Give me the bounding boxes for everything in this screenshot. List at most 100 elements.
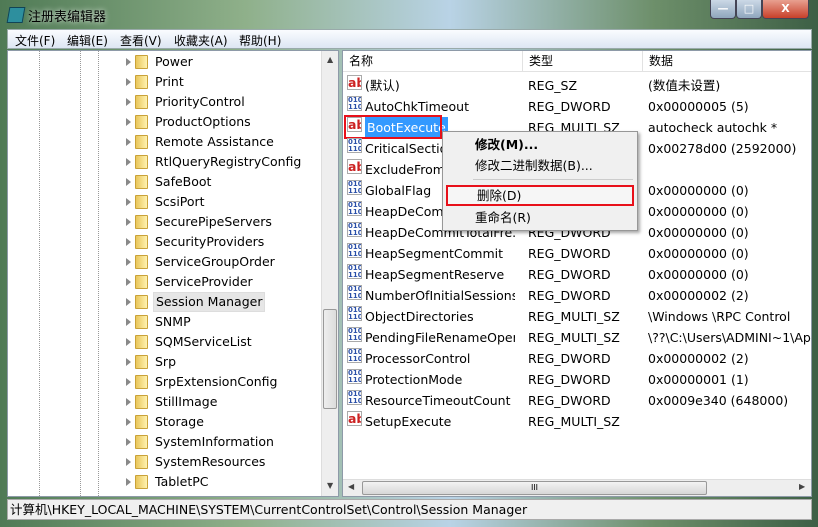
expand-arrow-icon[interactable] [126, 278, 131, 286]
expand-arrow-icon[interactable] [126, 118, 131, 126]
scroll-thumb[interactable]: III [362, 481, 707, 495]
value-row[interactable]: 010 110 NumberOfInitialSessions REG_DWORD 0x… [343, 285, 811, 306]
tree-item[interactable]: SNMP [126, 312, 326, 332]
tree-item[interactable]: SafeBoot [126, 172, 326, 192]
value-type: REG_MULTI_SZ [528, 330, 620, 345]
expand-arrow-icon[interactable] [126, 198, 131, 206]
menu-view[interactable]: 查看(V) [120, 32, 162, 49]
tree-item[interactable]: StillImage [126, 392, 326, 412]
expand-arrow-icon[interactable] [126, 258, 131, 266]
tree-item[interactable]: ServiceGroupOrder [126, 252, 326, 272]
binary-value-icon: 010 110 [347, 222, 362, 237]
column-data[interactable]: 数据 [643, 51, 811, 72]
expand-arrow-icon[interactable] [126, 138, 131, 146]
tree-pane: Power Print PriorityControl ProductOptions R… [7, 50, 339, 497]
expand-arrow-icon[interactable] [126, 418, 131, 426]
value-row[interactable]: 010 110 HeapSegmentReserve REG_DWORD 0x00000… [343, 264, 811, 285]
value-type: REG_DWORD [528, 246, 611, 261]
expand-arrow-icon[interactable] [126, 398, 131, 406]
tree-item[interactable]: ServiceProvider [126, 272, 326, 292]
menu-item-rename[interactable]: 重命名(R) [446, 207, 634, 228]
folder-icon [135, 355, 148, 369]
expand-arrow-icon[interactable] [126, 338, 131, 346]
tree-scrollbar[interactable]: ▲ ▼ [321, 51, 338, 496]
expand-arrow-icon[interactable] [126, 238, 131, 246]
scroll-up-icon[interactable]: ▲ [327, 55, 333, 64]
value-row[interactable]: abSetupExecute REG_MULTI_SZ [343, 411, 811, 432]
tree-guide [80, 51, 81, 496]
tree-item[interactable]: Print [126, 72, 326, 92]
value-row[interactable]: 010 110 AutoChkTimeout REG_DWORD 0x00000005 … [343, 96, 811, 117]
tree-item[interactable]: Session Manager [126, 292, 326, 312]
menu-help[interactable]: 帮助(H) [239, 32, 281, 49]
tree-guide [98, 51, 99, 496]
value-data: 0x00000005 (5) [648, 99, 749, 114]
tree-item[interactable]: RtlQueryRegistryConfig [126, 152, 326, 172]
value-row[interactable]: 010 110 ProcessorControl REG_DWORD 0x0000000… [343, 348, 811, 369]
tree-item-label: SQMServiceList [155, 334, 252, 349]
menu-item-delete[interactable]: 删除(D) [446, 185, 634, 206]
tree-item[interactable]: SystemInformation [126, 432, 326, 452]
tree-item[interactable]: SecurePipeServers [126, 212, 326, 232]
menu-edit[interactable]: 编辑(E) [67, 32, 108, 49]
expand-arrow-icon[interactable] [126, 58, 131, 66]
folder-icon [135, 335, 148, 349]
tree-item[interactable]: ScsiPort [126, 192, 326, 212]
expand-arrow-icon[interactable] [126, 478, 131, 486]
value-type: REG_DWORD [528, 372, 611, 387]
value-data: 0x00000000 (0) [648, 246, 749, 261]
tree-item[interactable]: TabletPC [126, 472, 326, 492]
value-type: REG_DWORD [528, 99, 611, 114]
value-data: autocheck autochk * [648, 120, 778, 135]
scroll-right-icon[interactable]: ▶ [799, 482, 805, 491]
tree-item[interactable]: Remote Assistance [126, 132, 326, 152]
value-row[interactable]: 010 110 HeapSegmentCommit REG_DWORD 0x000000… [343, 243, 811, 264]
value-row[interactable]: ab(默认) REG_SZ (数值未设置) [343, 75, 811, 96]
expand-arrow-icon[interactable] [126, 218, 131, 226]
expand-arrow-icon[interactable] [126, 438, 131, 446]
expand-arrow-icon[interactable] [126, 298, 131, 306]
value-row[interactable]: 010 110 PendingFileRenameOper... REG_MULTI_… [343, 327, 811, 348]
menu-item-modify-binary[interactable]: 修改二进制数据(B)... [446, 155, 634, 176]
tree-item-label: ServiceProvider [155, 274, 253, 289]
tree-item[interactable]: ProductOptions [126, 112, 326, 132]
tree-item[interactable]: SrpExtensionConfig [126, 372, 326, 392]
menu-item-modify[interactable]: 修改(M)... [446, 134, 634, 155]
value-row[interactable]: 010 110 ResourceTimeoutCount REG_DWORD 0x000… [343, 390, 811, 411]
close-button[interactable]: X [762, 0, 809, 19]
horizontal-scrollbar[interactable]: ◀ III ▶ [343, 479, 811, 496]
maximize-button[interactable]: □ [736, 0, 762, 19]
column-name[interactable]: 名称 [343, 51, 523, 72]
expand-arrow-icon[interactable] [126, 458, 131, 466]
expand-arrow-icon[interactable] [126, 378, 131, 386]
tree-item-label: SNMP [155, 314, 191, 329]
scroll-left-icon[interactable]: ◀ [348, 482, 354, 491]
tree-item[interactable]: Srp [126, 352, 326, 372]
scroll-down-icon[interactable]: ▼ [327, 481, 333, 490]
tree-item[interactable]: PriorityControl [126, 92, 326, 112]
scroll-thumb[interactable] [323, 309, 337, 409]
value-row[interactable]: 010 110 ProtectionMode REG_DWORD 0x00000001 … [343, 369, 811, 390]
tree-item[interactable]: Power [126, 52, 326, 72]
folder-icon [135, 95, 148, 109]
menu-favorites[interactable]: 收藏夹(A) [174, 32, 228, 49]
tree-item-label: RtlQueryRegistryConfig [155, 154, 302, 169]
tree-item[interactable]: SystemResources [126, 452, 326, 472]
tree-item[interactable]: SQMServiceList [126, 332, 326, 352]
menu-file[interactable]: 文件(F) [15, 32, 55, 49]
value-row[interactable]: 010 110 ObjectDirectories REG_MULTI_SZ \Wind… [343, 306, 811, 327]
binary-value-icon: 010 110 [347, 138, 362, 153]
expand-arrow-icon[interactable] [126, 158, 131, 166]
values-pane: 名称 类型 数据 ab(默认)REG_SZ(数值未设置)010110AutoCh… [342, 50, 812, 497]
expand-arrow-icon[interactable] [126, 318, 131, 326]
tree-item[interactable]: Storage [126, 412, 326, 432]
minimize-button[interactable]: — [710, 0, 736, 19]
window-title: 注册表编辑器 [28, 10, 107, 25]
tree-item[interactable]: SecurityProviders [126, 232, 326, 252]
expand-arrow-icon[interactable] [126, 358, 131, 366]
column-type[interactable]: 类型 [523, 51, 643, 72]
value-name: ResourceTimeoutCount [365, 393, 511, 408]
expand-arrow-icon[interactable] [126, 178, 131, 186]
expand-arrow-icon[interactable] [126, 78, 131, 86]
expand-arrow-icon[interactable] [126, 98, 131, 106]
